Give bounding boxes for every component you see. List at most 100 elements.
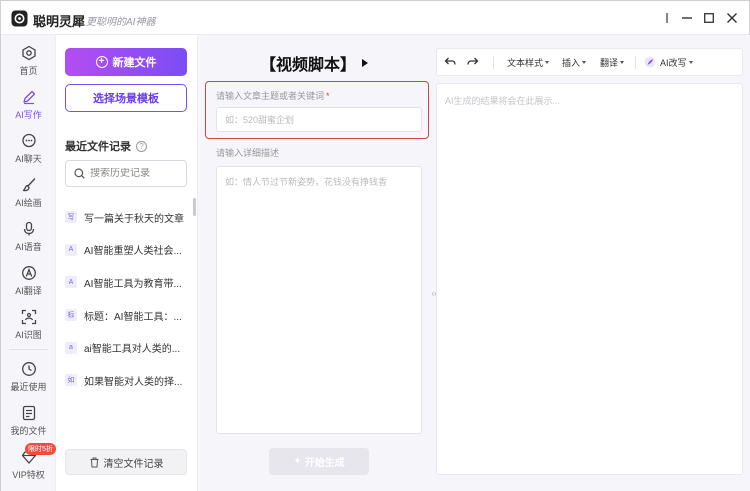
description-field-label: 请输入详细描述 [216, 148, 280, 158]
insert-dropdown[interactable]: 插入 [562, 49, 587, 75]
help-icon[interactable]: ? [136, 140, 147, 152]
list-item[interactable]: A AI智能重塑人类社会... [65, 234, 191, 267]
title-bar: 聪明灵犀 更聪明的AI神器 [1, 1, 749, 35]
microphone-icon [23, 221, 34, 236]
app-window: 聪明灵犀 更聪明的AI神器 首页 AI写作 AI聊天 AI绘画 AI语音 AI翻… [0, 0, 750, 491]
document-title[interactable]: 【视频脚本】 [198, 51, 430, 75]
search-icon [74, 168, 85, 179]
redo-button[interactable] [467, 49, 479, 75]
file-type-badge: 如 [65, 374, 77, 387]
undo-icon [444, 57, 456, 65]
list-item[interactable]: 写 写一篇关于秋天的文章 [65, 201, 191, 234]
app-name: 聪明灵犀 [33, 14, 86, 29]
toolbar-divider [635, 56, 636, 69]
maximize-button[interactable] [700, 9, 718, 27]
input-panel: 【视频脚本】 请输入文章主题或者关键词* 请输入详细描述 ✦ 开始生成 [198, 35, 430, 491]
nav-label: AI识图 [15, 330, 42, 340]
description-textarea[interactable] [216, 166, 422, 434]
minimize-button[interactable] [658, 9, 676, 27]
undo-button[interactable] [444, 49, 456, 75]
feather-icon [644, 56, 656, 68]
plus-icon: + [95, 56, 108, 68]
caret-down-icon [545, 60, 550, 64]
minimize-line-icon [682, 17, 692, 19]
caret-down-icon [620, 60, 625, 64]
list-item[interactable]: a ai智能工具对人类的... [65, 331, 191, 364]
list-item[interactable]: 如 如果智能对人类的择... [65, 364, 191, 397]
ai-rewrite-dropdown[interactable]: AI改写 [644, 49, 693, 75]
nav-item-my-files[interactable]: 我的文件 [1, 401, 56, 441]
nav-item-ai-writing[interactable]: AI写作 [1, 85, 56, 125]
topic-input[interactable] [216, 107, 422, 132]
history-search[interactable] [65, 160, 187, 187]
nav-label: AI语音 [15, 242, 42, 252]
file-name: 标题：AI智能工具：... [84, 311, 182, 323]
file-name: AI智能工具为教育带... [84, 278, 182, 290]
nav-label: AI聊天 [15, 154, 42, 164]
clear-records-label: 清空文件记录 [103, 458, 164, 470]
nav-label: AI翻译 [15, 286, 42, 296]
file-type-badge: 写 [65, 211, 77, 224]
result-output-area[interactable]: AI生成的结果将会在此展示... [436, 83, 743, 475]
caret-down-icon [688, 60, 693, 64]
text-style-label: 文本样式 [507, 57, 544, 68]
translate-dropdown[interactable]: 翻译 [600, 49, 625, 75]
minimize-window-button[interactable] [678, 9, 696, 27]
translate-label: 翻译 [600, 57, 619, 68]
start-generate-button[interactable]: ✦ 开始生成 [269, 448, 369, 475]
topic-field-label: 请输入文章主题或者关键词 * [216, 91, 330, 101]
file-list-scrollbar[interactable] [193, 198, 196, 216]
recent-files-heading: 最近文件记录 ? [65, 138, 147, 154]
scan-icon [21, 309, 36, 325]
nav-item-home[interactable]: 首页 [1, 41, 56, 81]
ai-rewrite-label: AI改写 [660, 57, 687, 68]
redo-icon [467, 57, 479, 65]
nav-item-recent[interactable]: 最近使用 [1, 357, 56, 397]
sparkle-icon: ✦ [293, 456, 302, 467]
clear-records-button[interactable]: 清空文件记录 [65, 449, 187, 475]
clock-icon [21, 362, 36, 376]
file-type-badge: A [65, 276, 77, 289]
list-item[interactable]: A AI智能工具为教育带... [65, 266, 191, 299]
nav-item-ai-translate[interactable]: AI翻译 [1, 261, 56, 301]
document-icon [22, 405, 35, 421]
select-template-label: 选择场景模板 [93, 93, 159, 105]
nav-label: VIP特权 [12, 470, 45, 480]
nav-rail: 首页 AI写作 AI聊天 AI绘画 AI语音 AI翻译 AI识图 最近使用 我的… [1, 35, 56, 491]
close-icon [727, 13, 737, 23]
document-title-text: 【视频脚本】 [259, 57, 356, 74]
format-toolbar: 文本样式 插入 翻译 AI改写 [436, 48, 743, 76]
nav-label: AI绘画 [15, 198, 42, 208]
history-search-input[interactable] [90, 168, 180, 179]
brush-icon [22, 178, 35, 192]
recent-files-title: 最近文件记录 [65, 141, 131, 153]
nav-label: 我的文件 [10, 426, 47, 436]
new-file-button[interactable]: + 新建文件 [65, 48, 187, 76]
file-name: 如果智能对人类的择... [84, 376, 183, 388]
nav-item-vip[interactable]: VIP特权 限时5折 [1, 443, 56, 485]
close-button[interactable] [723, 9, 741, 27]
translate-icon [21, 266, 36, 280]
nav-item-ai-image-recognition[interactable]: AI识图 [1, 305, 56, 345]
file-type-badge: A [65, 243, 77, 256]
toolbar-divider [493, 56, 494, 69]
chat-bubble-icon [21, 133, 36, 148]
file-name: AI智能重塑人类社会... [84, 246, 182, 258]
caret-down-icon [582, 60, 587, 64]
home-icon [21, 45, 36, 61]
nav-item-ai-painting[interactable]: AI绘画 [1, 173, 56, 213]
pen-icon [22, 90, 35, 105]
text-style-dropdown[interactable]: 文本样式 [507, 49, 550, 75]
play-icon [362, 59, 368, 67]
select-template-button[interactable]: 选择场景模板 [65, 84, 187, 112]
nav-label: 首页 [19, 66, 38, 76]
maximize-icon [704, 13, 714, 23]
result-panel: 文本样式 插入 翻译 AI改写 AI生成的结果将会在此展示... [436, 35, 750, 491]
result-placeholder: AI生成的结果将会在此展示... [445, 96, 561, 106]
app-slogan: 更聪明的AI神器 [86, 17, 156, 28]
nav-item-ai-chat[interactable]: AI聊天 [1, 129, 56, 169]
start-generate-label: 开始生成 [304, 458, 345, 469]
list-item[interactable]: 标 标题：AI智能工具：... [65, 299, 191, 332]
file-name: ai智能工具对人类的... [84, 344, 181, 356]
nav-item-ai-voice[interactable]: AI语音 [1, 217, 56, 257]
